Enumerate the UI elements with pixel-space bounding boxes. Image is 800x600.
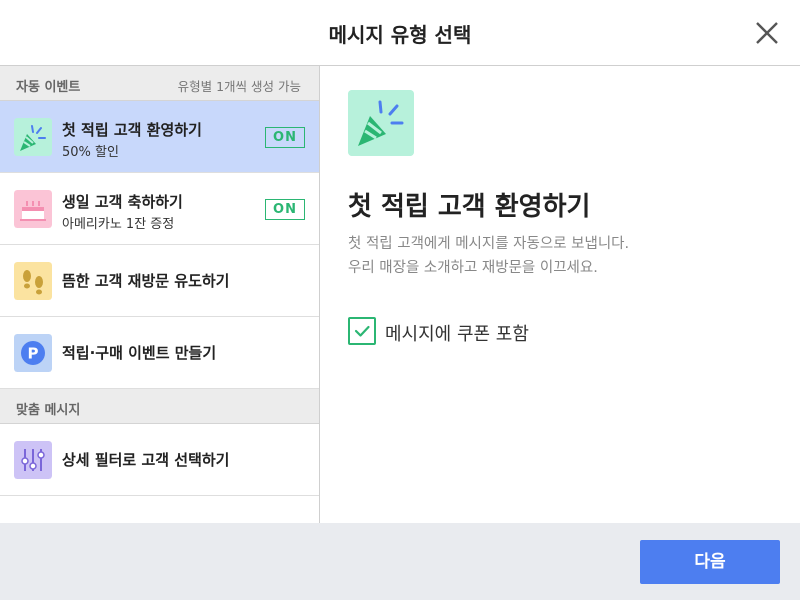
detail-title: 첫 적립 고객 환영하기 [348, 192, 591, 222]
sidebar-item-first-visit-welcome[interactable]: 첫 적립 고객 환영하기 50% 할인 ON [0, 101, 319, 173]
sidebar-item-label: 뜸한 고객 재방문 유도하기 [62, 272, 230, 290]
status-badge-on: ON [265, 127, 305, 148]
party-popper-icon [348, 90, 414, 156]
detail-panel: 첫 적립 고객 환영하기 첫 적립 고객에게 메시지를 자동으로 보냅니다. 우… [320, 66, 800, 523]
description-line: 첫 적립 고객에게 메시지를 자동으로 보냅니다. [348, 236, 630, 252]
detail-description: 첫 적립 고객에게 메시지를 자동으로 보냅니다. 우리 매장을 소개하고 재방… [348, 232, 629, 280]
sidebar-item-birthday[interactable]: 생일 고객 축하하기 아메리카노 1잔 증정 ON [0, 173, 319, 245]
next-button[interactable]: 다음 [640, 540, 780, 584]
section-title: 맞춤 메시지 [16, 403, 81, 418]
close-button[interactable] [752, 18, 782, 48]
sidebar-item-revisit[interactable]: 뜸한 고객 재방문 유도하기 [0, 245, 319, 317]
section-header-auto-events: 자동 이벤트 유형별 1개씩 생성 가능 [0, 66, 319, 101]
sidebar-item-label: 첫 적립 고객 환영하기 [62, 121, 202, 139]
status-badge-on: ON [265, 199, 305, 220]
dialog-header: 메시지 유형 선택 [0, 0, 800, 66]
sidebar-item-points-event[interactable]: P 적립·구매 이벤트 만들기 [0, 317, 319, 389]
checkbox-label: 메시지에 쿠폰 포함 [385, 324, 529, 345]
sidebar-item-label: 상세 필터로 고객 선택하기 [62, 451, 230, 469]
message-type-sidebar: 자동 이벤트 유형별 1개씩 생성 가능 첫 적립 고객 환영하기 50% 할인… [0, 66, 320, 523]
birthday-cake-icon [14, 190, 52, 228]
close-icon [756, 22, 778, 44]
section-note: 유형별 1개씩 생성 가능 [177, 79, 301, 94]
dialog-footer: 다음 [0, 523, 800, 600]
points-p-icon: P [14, 334, 52, 372]
checkmark-icon [354, 325, 370, 337]
sidebar-item-label: 적립·구매 이벤트 만들기 [62, 344, 217, 362]
description-line: 우리 매장을 소개하고 재방문을 이끄세요. [348, 260, 598, 276]
sidebar-item-detail-filter[interactable]: 상세 필터로 고객 선택하기 [0, 424, 319, 496]
section-title: 자동 이벤트 [16, 80, 81, 95]
section-header-custom-message: 맞춤 메시지 [0, 389, 319, 424]
dialog-title: 메시지 유형 선택 [328, 23, 472, 47]
filter-sliders-icon [14, 441, 52, 479]
sidebar-item-sublabel: 아메리카노 1잔 증정 [62, 217, 175, 232]
party-popper-icon [14, 118, 52, 156]
sidebar-item-label: 생일 고객 축하하기 [62, 193, 183, 211]
svg-text:P: P [28, 345, 39, 363]
sidebar-item-sublabel: 50% 할인 [62, 145, 119, 160]
footprints-icon [14, 262, 52, 300]
checkbox-box[interactable] [348, 317, 376, 345]
